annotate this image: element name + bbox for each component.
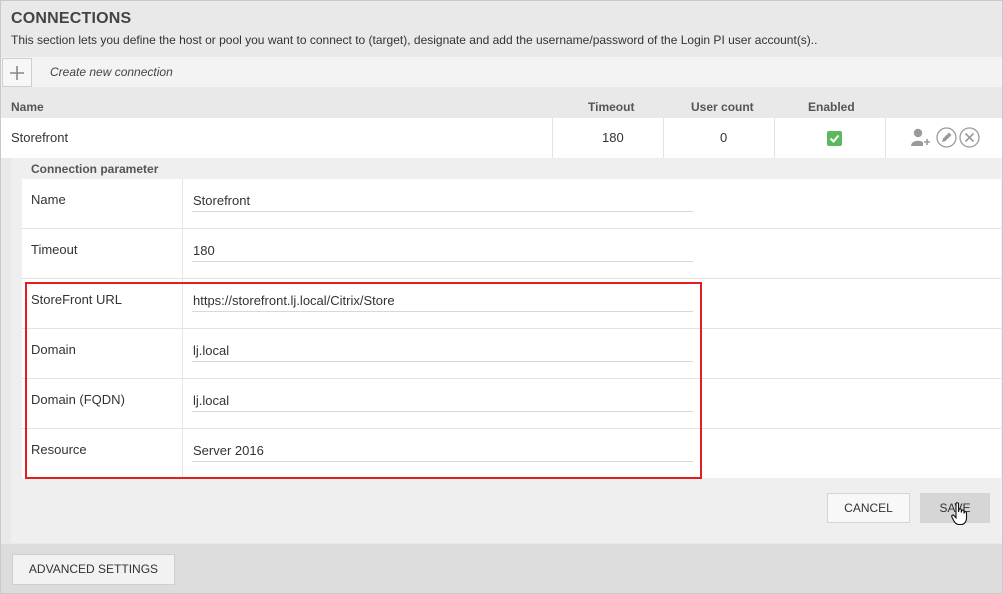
delete-button[interactable]	[959, 127, 980, 151]
page-title: CONNECTIONS	[11, 10, 132, 27]
param-row-storefront-url: StoreFront URL https://storefront.lj.loc…	[22, 279, 1001, 329]
param-label: Resource	[31, 442, 87, 457]
parameter-table: Name Storefront Timeout 180 StoreFront U…	[22, 179, 1001, 478]
param-row-name: Name Storefront	[22, 179, 1001, 229]
domain-fqdn-input[interactable]: lj.local	[192, 393, 693, 412]
plus-icon	[10, 66, 24, 80]
param-label: StoreFront URL	[31, 292, 123, 307]
table-row[interactable]: Storefront 180 0	[1, 118, 1002, 158]
connection-parameter-panel: Connection parameter Name Storefront Tim…	[11, 158, 1002, 543]
column-header-name[interactable]: Name	[11, 100, 44, 114]
param-divider	[182, 379, 183, 428]
connections-panel: CONNECTIONS This section lets you define…	[0, 0, 1003, 594]
param-row-resource: Resource Server 2016	[22, 429, 1001, 478]
domain-input[interactable]: lj.local	[192, 343, 693, 362]
edit-button[interactable]	[936, 127, 957, 151]
param-divider	[182, 429, 183, 478]
connection-user-count: 0	[720, 130, 728, 145]
connection-timeout: 180	[602, 130, 624, 145]
advanced-settings-button[interactable]: ADVANCED SETTINGS	[12, 554, 175, 585]
column-divider	[885, 118, 886, 158]
param-row-timeout: Timeout 180	[22, 229, 1001, 279]
page-description: This section lets you define the host or…	[11, 33, 818, 47]
edit-icon	[936, 127, 957, 148]
column-header-enabled[interactable]: Enabled	[808, 100, 855, 114]
param-row-domain-fqdn: Domain (FQDN) lj.local	[22, 379, 1001, 429]
column-divider	[552, 118, 553, 158]
param-label: Domain	[31, 342, 76, 357]
column-header-timeout[interactable]: Timeout	[588, 100, 634, 114]
toolbar: Create new connection	[1, 57, 1002, 87]
param-divider	[182, 179, 183, 228]
param-row-domain: Domain lj.local	[22, 329, 1001, 379]
param-divider	[182, 279, 183, 328]
param-label: Timeout	[31, 242, 78, 257]
check-icon	[829, 134, 840, 143]
name-input[interactable]: Storefront	[192, 193, 693, 212]
column-divider	[774, 118, 775, 158]
param-divider	[182, 329, 183, 378]
connection-name: Storefront	[11, 130, 69, 145]
add-user-button[interactable]	[910, 127, 932, 150]
delete-icon	[959, 127, 980, 148]
connection-parameter-heading: Connection parameter	[31, 162, 159, 176]
create-connection-label[interactable]: Create new connection	[50, 65, 173, 79]
cancel-button[interactable]: CANCEL	[827, 493, 910, 523]
enabled-checkbox[interactable]	[827, 131, 842, 146]
param-divider	[182, 229, 183, 278]
add-connection-button[interactable]	[2, 58, 32, 87]
table-header: Name Timeout User count Enabled	[1, 96, 1002, 118]
add-user-icon	[911, 128, 931, 146]
footer-bar: ADVANCED SETTINGS	[1, 544, 1002, 593]
param-label: Domain (FQDN)	[31, 392, 125, 407]
resource-input[interactable]: Server 2016	[192, 443, 693, 462]
column-divider	[663, 118, 664, 158]
hand-cursor-icon	[951, 502, 968, 526]
column-header-user-count[interactable]: User count	[691, 100, 754, 114]
storefront-url-input[interactable]: https://storefront.lj.local/Citrix/Store	[192, 293, 693, 312]
param-label: Name	[31, 192, 66, 207]
timeout-input[interactable]: 180	[192, 243, 693, 262]
